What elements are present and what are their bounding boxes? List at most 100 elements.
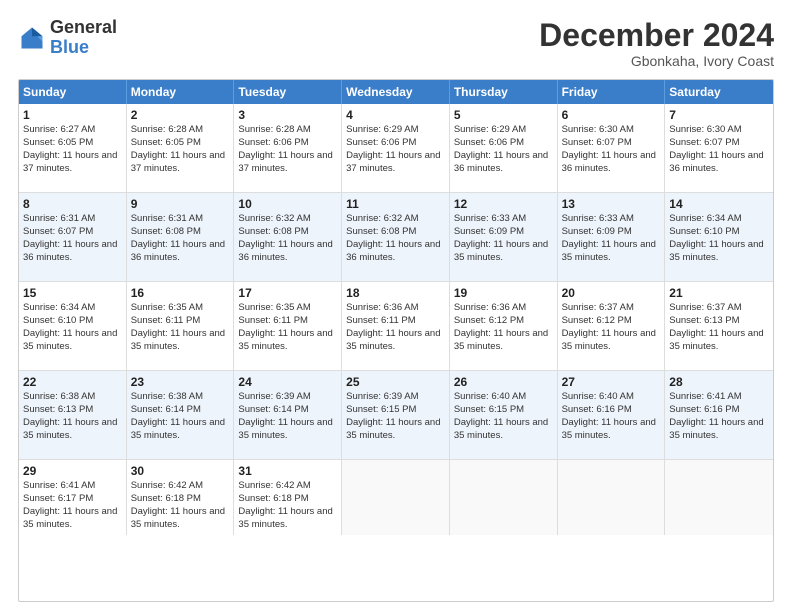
sunset-text: Sunset: 6:13 PM: [669, 315, 739, 326]
calendar-cell: 29Sunrise: 6:41 AMSunset: 6:17 PMDayligh…: [19, 460, 127, 535]
sunrise-text: Sunrise: 6:42 AM: [238, 480, 310, 491]
calendar-cell: 21Sunrise: 6:37 AM Sunset: 6:13 PM Dayligh…: [665, 282, 773, 370]
logo-blue-text: Blue: [50, 38, 117, 58]
sunset-text: Sunset: 6:15 PM: [346, 404, 416, 415]
daylight-text: Daylight: 11 hours and 37 minutes.: [131, 150, 225, 174]
daylight-text: Daylight: 11 hours and 36 minutes.: [346, 239, 440, 263]
sunrise-text: Sunrise: 6:28 AM: [238, 124, 310, 135]
calendar-cell: 24Sunrise: 6:39 AMSunset: 6:14 PMDayligh…: [234, 371, 342, 459]
calendar-cell: 25Sunrise: 6:39 AMSunset: 6:15 PMDayligh…: [342, 371, 450, 459]
calendar-header-cell: Tuesday: [234, 80, 342, 104]
sunset-text: Sunset: 6:06 PM: [454, 137, 524, 148]
day-number: 19: [454, 285, 553, 301]
daylight-text: Daylight: 11 hours and 35 minutes.: [346, 328, 440, 352]
day-number: 31: [238, 463, 337, 479]
calendar-header-cell: Sunday: [19, 80, 127, 104]
daylight-text: Daylight: 11 hours and 35 minutes.: [669, 328, 763, 352]
day-number: 2: [131, 107, 230, 123]
calendar-header-cell: Thursday: [450, 80, 558, 104]
calendar-cell: 30Sunrise: 6:42 AMSunset: 6:18 PMDayligh…: [127, 460, 235, 535]
sunrise-text: Sunrise: 6:31 AM: [131, 213, 203, 224]
calendar-cell: 12Sunrise: 6:33 AMSunset: 6:09 PMDayligh…: [450, 193, 558, 281]
calendar-cell: 10Sunrise: 6:32 AMSunset: 6:08 PMDayligh…: [234, 193, 342, 281]
day-number: 29: [23, 463, 122, 479]
calendar-cell: 2Sunrise: 6:28 AMSunset: 6:05 PMDaylight…: [127, 104, 235, 192]
calendar-cell: 27Sunrise: 6:40 AMSunset: 6:16 PMDayligh…: [558, 371, 666, 459]
day-number: 24: [238, 374, 337, 390]
calendar-cell: 9Sunrise: 6:31 AMSunset: 6:08 PMDaylight…: [127, 193, 235, 281]
day-number: 20: [562, 285, 661, 301]
month-title: December 2024: [539, 18, 774, 53]
sunrise-text: Sunrise: 6:37 AM: [669, 302, 741, 313]
calendar-cell: 22Sunrise: 6:38 AMSunset: 6:13 PMDayligh…: [19, 371, 127, 459]
calendar-cell: 14Sunrise: 6:34 AM Sunset: 6:10 PM Dayligh…: [665, 193, 773, 281]
day-number: 14: [669, 196, 769, 212]
calendar-cell: [342, 460, 450, 535]
sunrise-text: Sunrise: 6:36 AM: [346, 302, 418, 313]
calendar-header-cell: Saturday: [665, 80, 773, 104]
daylight-text: Daylight: 11 hours and 35 minutes.: [131, 417, 225, 441]
daylight-text: Daylight: 11 hours and 35 minutes.: [131, 506, 225, 530]
daylight-text: Daylight: 11 hours and 37 minutes.: [238, 150, 332, 174]
sunset-text: Sunset: 6:12 PM: [454, 315, 524, 326]
sunrise-text: Sunrise: 6:36 AM: [454, 302, 526, 313]
calendar-cell: 4Sunrise: 6:29 AMSunset: 6:06 PMDaylight…: [342, 104, 450, 192]
sunrise-text: Sunrise: 6:40 AM: [562, 391, 634, 402]
calendar-cell: 1Sunrise: 6:27 AMSunset: 6:05 PMDaylight…: [19, 104, 127, 192]
sunrise-text: Sunrise: 6:33 AM: [562, 213, 634, 224]
sunset-text: Sunset: 6:07 PM: [562, 137, 632, 148]
sunset-text: Sunset: 6:09 PM: [454, 226, 524, 237]
daylight-text: Daylight: 11 hours and 35 minutes.: [669, 239, 763, 263]
sunrise-text: Sunrise: 6:35 AM: [131, 302, 203, 313]
calendar-cell: 19Sunrise: 6:36 AMSunset: 6:12 PMDayligh…: [450, 282, 558, 370]
daylight-text: Daylight: 11 hours and 36 minutes.: [131, 239, 225, 263]
calendar-cell: 13Sunrise: 6:33 AMSunset: 6:09 PMDayligh…: [558, 193, 666, 281]
sunrise-text: Sunrise: 6:27 AM: [23, 124, 95, 135]
sunrise-text: Sunrise: 6:30 AM: [669, 124, 741, 135]
daylight-text: Daylight: 11 hours and 37 minutes.: [346, 150, 440, 174]
day-number: 15: [23, 285, 122, 301]
calendar-header: SundayMondayTuesdayWednesdayThursdayFrid…: [19, 80, 773, 104]
day-number: 23: [131, 374, 230, 390]
sunset-text: Sunset: 6:07 PM: [669, 137, 739, 148]
day-number: 5: [454, 107, 553, 123]
calendar-row: 22Sunrise: 6:38 AMSunset: 6:13 PMDayligh…: [19, 371, 773, 460]
day-number: 3: [238, 107, 337, 123]
daylight-text: Daylight: 11 hours and 35 minutes.: [346, 417, 440, 441]
title-block: December 2024 Gbonkaha, Ivory Coast: [539, 18, 774, 69]
sunrise-text: Sunrise: 6:34 AM: [23, 302, 95, 313]
sunrise-text: Sunrise: 6:33 AM: [454, 213, 526, 224]
sunset-text: Sunset: 6:12 PM: [562, 315, 632, 326]
day-number: 13: [562, 196, 661, 212]
day-number: 9: [131, 196, 230, 212]
daylight-text: Daylight: 11 hours and 35 minutes.: [454, 417, 548, 441]
day-number: 16: [131, 285, 230, 301]
calendar-cell: 6Sunrise: 6:30 AMSunset: 6:07 PMDaylight…: [558, 104, 666, 192]
day-number: 26: [454, 374, 553, 390]
calendar-cell: 5Sunrise: 6:29 AMSunset: 6:06 PMDaylight…: [450, 104, 558, 192]
daylight-text: Daylight: 11 hours and 35 minutes.: [23, 506, 117, 530]
sunrise-text: Sunrise: 6:34 AM: [669, 213, 741, 224]
sunset-text: Sunset: 6:11 PM: [131, 315, 201, 326]
calendar-header-cell: Monday: [127, 80, 235, 104]
logo: General Blue: [18, 18, 117, 58]
daylight-text: Daylight: 11 hours and 36 minutes.: [238, 239, 332, 263]
daylight-text: Daylight: 11 hours and 36 minutes.: [669, 150, 763, 174]
daylight-text: Daylight: 11 hours and 35 minutes.: [454, 239, 548, 263]
calendar-cell: [450, 460, 558, 535]
sunrise-text: Sunrise: 6:38 AM: [23, 391, 95, 402]
sunset-text: Sunset: 6:11 PM: [346, 315, 416, 326]
day-number: 28: [669, 374, 769, 390]
sunset-text: Sunset: 6:05 PM: [131, 137, 201, 148]
sunset-text: Sunset: 6:10 PM: [23, 315, 93, 326]
sunrise-text: Sunrise: 6:32 AM: [346, 213, 418, 224]
sunset-text: Sunset: 6:10 PM: [669, 226, 739, 237]
sunrise-text: Sunrise: 6:39 AM: [238, 391, 310, 402]
calendar-cell: 15Sunrise: 6:34 AMSunset: 6:10 PMDayligh…: [19, 282, 127, 370]
calendar-row: 29Sunrise: 6:41 AMSunset: 6:17 PMDayligh…: [19, 460, 773, 535]
sunrise-text: Sunrise: 6:41 AM: [23, 480, 95, 491]
sunrise-text: Sunrise: 6:41 AM: [669, 391, 741, 402]
calendar-cell: 3Sunrise: 6:28 AMSunset: 6:06 PMDaylight…: [234, 104, 342, 192]
daylight-text: Daylight: 11 hours and 35 minutes.: [238, 417, 332, 441]
day-number: 21: [669, 285, 769, 301]
